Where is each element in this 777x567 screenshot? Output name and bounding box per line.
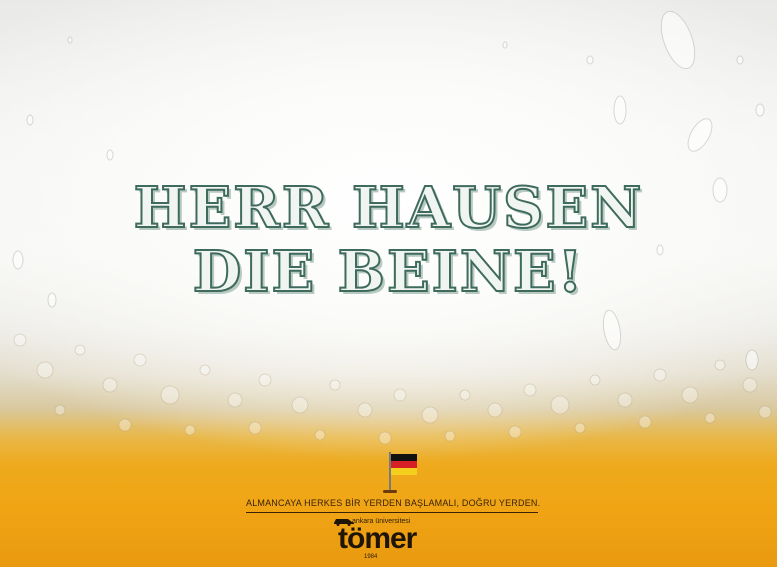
tomer-logo: ankara üniversitesi tömer 1984 — [330, 516, 450, 564]
germany-flag-icon — [383, 452, 419, 493]
headline: HERR HAUSEN DIE BEINE! — [0, 175, 777, 305]
divider — [246, 512, 538, 513]
headline-line-2: DIE BEINE! — [192, 239, 585, 305]
headline-line-1: HERR HAUSEN — [133, 175, 644, 241]
slogan: ALMANCAYA HERKES BİR YERDEN BAŞLAMALI, D… — [246, 498, 541, 508]
logo-wordmark: tömer — [338, 522, 417, 555]
beer-advertisement: HERR HAUSEN DIE BEINE! ALMANCAYA HERKES … — [0, 0, 777, 567]
logo-year: 1984 — [364, 554, 378, 560]
foam-bubbles — [13, 333, 772, 445]
